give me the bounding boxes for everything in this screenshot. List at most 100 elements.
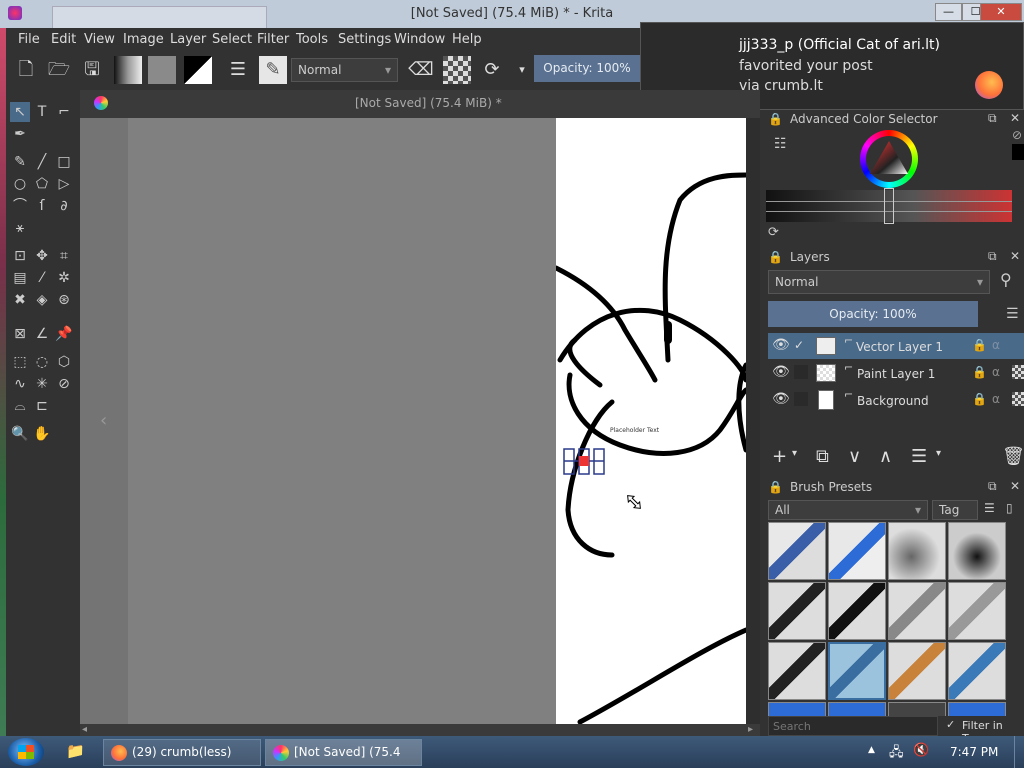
color-triangle[interactable]	[869, 140, 909, 176]
color-history-swatch[interactable]	[1012, 144, 1024, 160]
active-check-icon[interactable]	[794, 392, 808, 406]
polygon-tool-icon[interactable]: ⬠	[32, 174, 52, 194]
move-layer-down-icon[interactable]: ∨	[848, 446, 861, 467]
minimize-button[interactable]: —	[935, 3, 962, 21]
menu-window[interactable]: Window	[394, 32, 445, 47]
brush-preset-partial[interactable]	[948, 702, 1006, 716]
select-shapes-tool-icon[interactable]: ↖	[10, 102, 30, 122]
color-settings-icon[interactable]: ☷	[774, 136, 787, 152]
dynamic-brush-tool-icon[interactable]: ∂	[54, 196, 74, 216]
visibility-eye-icon[interactable]: 👁	[772, 391, 790, 407]
new-document-icon[interactable]: 🗋	[12, 56, 40, 84]
brush-preset-marker-dark[interactable]	[828, 582, 886, 640]
brush-search-input[interactable]	[768, 716, 938, 736]
close-docker-icon[interactable]: ✕	[1010, 111, 1020, 125]
layer-row-vector-layer-1[interactable]: 👁 ✓ ⌐ Vector Layer 1 🔒 α	[768, 333, 1024, 359]
brush-settings-icon[interactable]: ▯	[1006, 501, 1013, 515]
brush-preset-pencil-orange[interactable]	[888, 642, 946, 700]
polyline-tool-icon[interactable]: ▷	[54, 174, 74, 194]
layer-blend-mode-select[interactable]: Normal ▾	[768, 270, 990, 294]
lock-docker-icon[interactable]: 🔒	[768, 480, 783, 494]
rect-select-tool-icon[interactable]: ⬚	[10, 352, 30, 372]
reload-preset-icon[interactable]: ⟳	[478, 56, 506, 84]
move-layer-up-icon[interactable]: ∧	[879, 446, 892, 467]
bezier-select-tool-icon[interactable]: ⌓	[10, 396, 30, 416]
brush-preset-partial[interactable]	[888, 702, 946, 716]
layer-row-background[interactable]: 👁 ⌐ Background 🔒 α	[768, 387, 1024, 413]
brush-preset-partial[interactable]	[828, 702, 886, 716]
alpha-lock-icon[interactable]: α	[992, 392, 1000, 406]
open-document-icon[interactable]: 🗁	[45, 56, 73, 84]
color-slider-handle[interactable]	[884, 188, 894, 224]
zoom-tool-icon[interactable]: 🔍	[10, 424, 30, 444]
freehand-path-tool-icon[interactable]: ſ	[32, 196, 52, 216]
close-docker-icon[interactable]: ✕	[1010, 249, 1020, 263]
scroll-right-icon[interactable]: ▸	[748, 724, 753, 735]
brush-preset-soft[interactable]	[948, 582, 1006, 640]
brush-preset-partial[interactable]	[768, 702, 826, 716]
alpha-lock-icon[interactable]: α	[992, 338, 1000, 352]
collapse-left-icon[interactable]: ‹	[100, 410, 107, 431]
no-color-icon[interactable]: ⊘	[1012, 128, 1022, 142]
edit-shapes-tool-icon[interactable]: ⌐	[54, 102, 74, 122]
current-brush-icon[interactable]: ✎	[259, 56, 287, 84]
brush-preset-ink-blob[interactable]	[948, 522, 1006, 580]
lock-layer-icon[interactable]: 🔒	[972, 338, 987, 352]
document-tab-title[interactable]: [Not Saved] (75.4 MiB) *	[355, 96, 502, 110]
gradient-tool-icon[interactable]: ▤	[10, 268, 30, 288]
duplicate-layer-icon[interactable]: ⧉	[816, 446, 829, 467]
toolbar-opacity-slider[interactable]: Opacity: 100%	[534, 55, 640, 82]
lock-docker-icon[interactable]: 🔒	[768, 112, 783, 126]
magnetic-select-tool-icon[interactable]: ⊏	[32, 396, 52, 416]
taskbar-firefox[interactable]: (29) crumb(less) akk...	[103, 739, 261, 766]
assistant-editor-tool-icon[interactable]: ⊠	[10, 324, 30, 344]
brush-preset-airbrush[interactable]	[888, 522, 946, 580]
layer-menu-icon[interactable]: ☰	[1006, 306, 1019, 322]
menu-tools[interactable]: Tools	[296, 32, 328, 47]
freehand-brush-tool-icon[interactable]: ✎	[10, 152, 30, 172]
close-docker-icon[interactable]: ✕	[1010, 479, 1020, 493]
menu-edit[interactable]: Edit	[51, 32, 76, 47]
chevron-down-icon[interactable]: ▾	[508, 56, 536, 84]
crop-tool-icon[interactable]: ⌗	[54, 246, 74, 266]
fg-bg-color-icon[interactable]	[184, 56, 212, 84]
eraser-icon[interactable]: ⌫	[407, 56, 435, 84]
canvas-background[interactable]	[80, 118, 556, 724]
menu-layer[interactable]: Layer	[170, 32, 206, 47]
canvas-document[interactable]: Placeholder Text	[556, 118, 746, 724]
visibility-eye-icon[interactable]: 👁	[772, 337, 790, 353]
brush-preset-eraser[interactable]	[768, 522, 826, 580]
close-button[interactable]: ✕	[980, 3, 1022, 21]
alpha-lock-icon[interactable]: α	[992, 365, 1000, 379]
menu-settings[interactable]: Settings	[338, 32, 391, 47]
similar-select-tool-icon[interactable]: ⊘	[54, 374, 74, 394]
color-hue-ring[interactable]	[860, 130, 918, 188]
ellipse-tool-icon[interactable]: ○	[10, 174, 30, 194]
brush-view-menu-icon[interactable]: ☰	[984, 501, 995, 515]
inherit-alpha-icon[interactable]	[1012, 392, 1024, 406]
active-handle[interactable]	[579, 456, 589, 466]
layer-properties-icon[interactable]: ☰	[911, 446, 927, 467]
active-check-icon[interactable]	[794, 365, 808, 379]
fill-tool-icon[interactable]: ◈	[32, 290, 52, 310]
line-tool-icon[interactable]: ╱	[32, 152, 52, 172]
layer-name[interactable]: Vector Layer 1	[856, 340, 943, 354]
pattern-selector-icon[interactable]	[148, 56, 176, 84]
placeholder-text[interactable]: Placeholder Text	[610, 427, 659, 434]
refresh-color-icon[interactable]: ⟳	[768, 225, 779, 240]
lock-docker-icon[interactable]: 🔒	[768, 250, 783, 264]
canvas-vertical-scrollbar[interactable]	[746, 118, 760, 724]
menu-select[interactable]: Select	[212, 32, 252, 47]
menu-view[interactable]: View	[84, 32, 115, 47]
inherit-alpha-icon[interactable]	[1012, 365, 1024, 379]
enclose-fill-tool-icon[interactable]: ⊛	[54, 290, 74, 310]
blend-mode-select[interactable]: Normal ▾	[291, 58, 398, 82]
float-docker-icon[interactable]: ⧉	[988, 111, 997, 126]
reference-tool-icon[interactable]: 📌	[54, 324, 74, 344]
float-docker-icon[interactable]: ⧉	[988, 249, 997, 264]
layer-name[interactable]: Background	[857, 394, 929, 408]
filter-in-tag-checkbox[interactable]: ✓	[946, 718, 955, 731]
calligraphy-tool-icon[interactable]: ✒	[10, 124, 30, 144]
brush-tag-select[interactable]: Tag	[932, 500, 978, 520]
chevron-down-icon[interactable]: ▾	[936, 448, 941, 459]
